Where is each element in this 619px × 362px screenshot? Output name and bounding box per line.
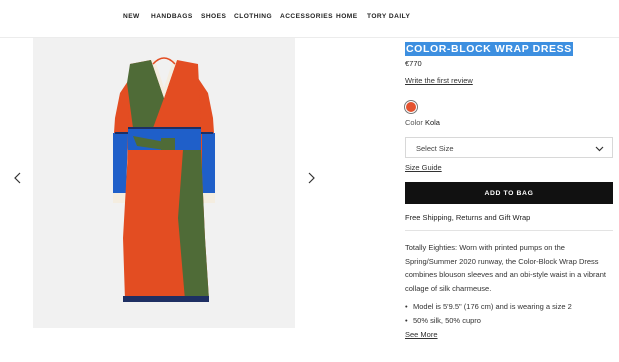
shipping-info: Free Shipping, Returns and Gift Wrap bbox=[405, 213, 531, 222]
detail-item: • 50% silk, 50% cupro bbox=[405, 316, 481, 325]
nav-item-handbags[interactable]: HANDBAGS bbox=[151, 13, 193, 20]
add-to-bag-button[interactable]: ADD TO BAG bbox=[405, 182, 613, 204]
next-image-button[interactable] bbox=[304, 168, 318, 188]
product-title: COLOR-BLOCK WRAP DRESS bbox=[405, 42, 573, 56]
size-select[interactable]: Select Size bbox=[405, 137, 613, 158]
chevron-left-icon bbox=[13, 172, 20, 184]
dress-image bbox=[113, 57, 215, 302]
color-label: Color Kola bbox=[405, 118, 440, 127]
detail-item-text: Model is 5'9.5" (176 cm) and is wearing … bbox=[413, 302, 572, 311]
color-value: Kola bbox=[424, 118, 440, 127]
nav-item-accessories[interactable]: ACCESSORIES bbox=[280, 13, 333, 20]
product-image[interactable] bbox=[33, 38, 295, 328]
see-more-link[interactable]: See More bbox=[405, 330, 438, 339]
detail-item-text: 50% silk, 50% cupro bbox=[413, 316, 481, 325]
nav-item-shoes[interactable]: SHOES bbox=[201, 13, 226, 20]
previous-image-button[interactable] bbox=[10, 168, 24, 188]
product-description: Totally Eighties: Worn with printed pump… bbox=[405, 243, 606, 293]
write-review-link[interactable]: Write the first review bbox=[405, 76, 473, 85]
nav-item-new[interactable]: NEW bbox=[123, 13, 140, 20]
product-price: €770 bbox=[405, 59, 422, 68]
nav-item-clothing[interactable]: CLOTHING bbox=[234, 13, 272, 20]
top-navigation: NEW HANDBAGS SHOES CLOTHING ACCESSORIES … bbox=[0, 0, 619, 38]
size-select-placeholder: Select Size bbox=[416, 144, 454, 153]
nav-item-home[interactable]: HOME bbox=[336, 13, 358, 20]
nav-item-tory-daily[interactable]: TORY DAILY bbox=[367, 13, 410, 20]
chevron-down-icon bbox=[595, 146, 604, 152]
product-details-list: • Model is 5'9.5" (176 cm) and is wearing… bbox=[405, 300, 617, 328]
color-label-text: Color bbox=[405, 118, 423, 127]
chevron-right-icon bbox=[308, 172, 315, 184]
detail-item: • Model is 5'9.5" (176 cm) and is wearing… bbox=[405, 302, 572, 311]
color-swatch-kola[interactable] bbox=[404, 100, 418, 114]
divider bbox=[405, 230, 613, 231]
swatch-color-dot bbox=[406, 102, 416, 112]
size-guide-link[interactable]: Size Guide bbox=[405, 163, 442, 172]
